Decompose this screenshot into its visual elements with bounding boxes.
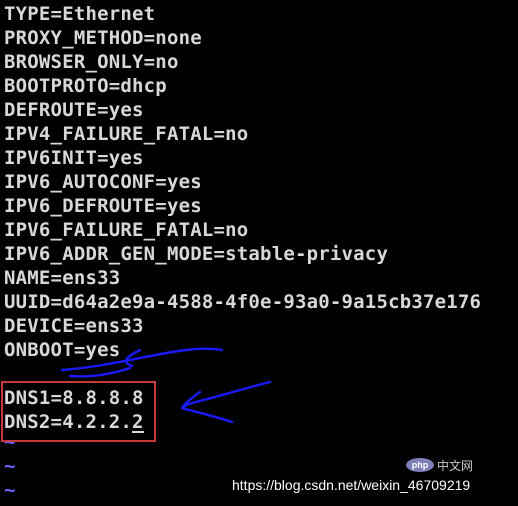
config-line-ipv6-autoconf: IPV6_AUTOCONF=yes [4, 171, 202, 193]
config-line-bootproto: BOOTPROTO=dhcp [4, 75, 167, 97]
config-line-ipv4-failure-fatal: IPV4_FAILURE_FATAL=no [4, 123, 249, 145]
config-line-onboot: ONBOOT=yes [4, 339, 121, 361]
config-line-ipv6-addr-gen-mode: IPV6_ADDR_GEN_MODE=stable-privacy [4, 243, 389, 265]
dns-arrow-icon [180, 380, 272, 424]
empty-line-marker: ~ [4, 479, 16, 501]
config-line-ipv6-defroute: IPV6_DEFROUTE=yes [4, 195, 202, 217]
dns2-text: DNS2=4.2.2. [4, 411, 133, 433]
config-line-ipv6init: IPV6INIT=yes [4, 147, 144, 169]
config-line-defroute: DEFROUTE=yes [4, 99, 144, 121]
config-line-proxy-method: PROXY_METHOD=none [4, 27, 202, 49]
php-logo-icon: php [406, 458, 434, 472]
config-line-ipv6-failure-fatal: IPV6_FAILURE_FATAL=no [4, 219, 249, 241]
config-line-browser-only: BROWSER_ONLY=no [4, 51, 179, 73]
site-name: 中文网 [437, 459, 474, 473]
config-line-dns2: DNS2=4.2.2.2 [4, 410, 144, 434]
config-line-dns1: DNS1=8.8.8.8 [4, 387, 144, 409]
empty-line-marker: ~ [4, 431, 16, 453]
config-line-name: NAME=ens33 [4, 267, 121, 289]
config-line-device: DEVICE=ens33 [4, 315, 144, 337]
empty-line-marker: ~ [4, 455, 16, 477]
terminal-screen[interactable]: TYPE=Ethernet PROXY_METHOD=none BROWSER_… [0, 0, 518, 506]
watermark-url: https://blog.csdn.net/weixin_46709219 [232, 477, 471, 493]
config-line-type: TYPE=Ethernet [4, 3, 156, 25]
config-line-uuid: UUID=d64a2e9a-4588-4f0e-93a0-9a15cb37e17… [4, 291, 482, 313]
text-cursor: 2 [132, 411, 144, 433]
